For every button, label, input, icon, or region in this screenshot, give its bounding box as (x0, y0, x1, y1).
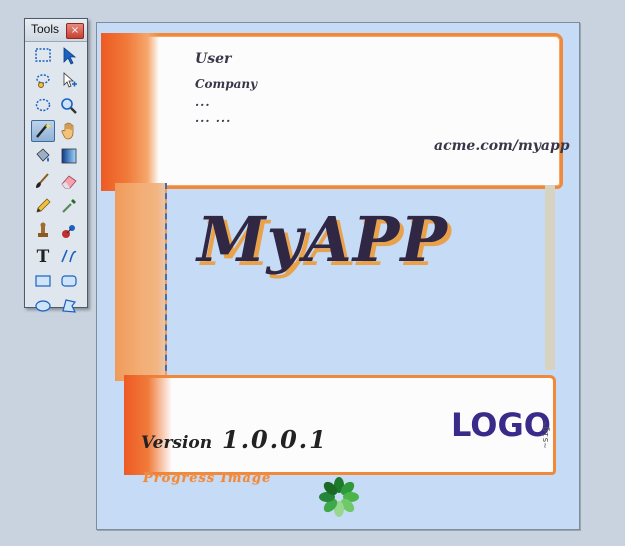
user-text: User (195, 51, 232, 67)
clone-stamp-tool-button[interactable] (31, 220, 55, 242)
company-text: Company (195, 77, 258, 91)
right-edge-stripe (545, 185, 555, 370)
line-curve-icon (61, 249, 77, 263)
close-button[interactable]: × (66, 23, 84, 39)
app-title-text: MyAPP (197, 203, 449, 276)
pan-hand-icon (61, 122, 74, 140)
eraser-icon (61, 175, 77, 189)
svg-text:T: T (37, 247, 50, 266)
ellipse-tool-button[interactable] (31, 295, 55, 317)
paint-bucket-icon (36, 148, 50, 162)
color-picker-icon (62, 199, 76, 213)
version-label: Version (141, 433, 213, 453)
line-curve-tool-button[interactable] (57, 245, 81, 267)
zoom-icon (61, 98, 77, 114)
gradient-tool-button[interactable] (57, 145, 81, 167)
pointer-icon (63, 47, 77, 65)
rect-select-tool-button[interactable] (31, 45, 55, 67)
placeholder-dots-1: ... (195, 95, 211, 109)
clone-stamp-icon (38, 222, 48, 237)
logo-text: LOGO (451, 406, 551, 444)
zoom-tool-button[interactable] (57, 95, 81, 117)
artist-signature: ~sig~ (541, 421, 551, 449)
rounded-rectangle-tool-button[interactable] (57, 270, 81, 292)
pointer-tool-button[interactable] (57, 45, 81, 67)
ellipse-select-icon (35, 98, 51, 112)
placeholder-dots-2: ... ... (195, 111, 232, 125)
progress-spinner-icon (319, 477, 359, 517)
image-canvas[interactable]: User Company ... ... ... acme.com/myapp … (96, 22, 580, 530)
eraser-tool-button[interactable] (57, 170, 81, 192)
lasso-select-tool-button[interactable] (31, 70, 55, 92)
tool-grid: T (31, 45, 81, 317)
recolor-tool-button[interactable] (57, 220, 81, 242)
pencil-tool-button[interactable] (31, 195, 55, 217)
rectangle-tool-button[interactable] (31, 270, 55, 292)
rect-select-icon (35, 48, 51, 62)
rounded-rectangle-icon (61, 275, 77, 287)
text-tool-button[interactable]: T (31, 245, 55, 267)
website-url-text: acme.com/myapp (434, 138, 570, 154)
marker-stroke-top (101, 33, 159, 191)
paint-bucket-tool-button[interactable] (31, 145, 55, 167)
ellipse-icon (35, 300, 51, 312)
pencil-icon (36, 198, 51, 213)
magic-wand-icon (36, 123, 51, 138)
tools-title-bar[interactable]: Tools × (25, 19, 87, 42)
color-picker-tool-button[interactable] (57, 195, 81, 217)
tools-window[interactable]: Tools × T (24, 18, 88, 313)
ellipse-select-tool-button[interactable] (31, 95, 55, 117)
lasso-select-icon (36, 74, 50, 88)
tools-title: Tools (31, 22, 60, 36)
header-band (101, 33, 563, 189)
marker-stroke-middle (115, 183, 167, 381)
magic-wand-tool-button[interactable] (31, 120, 55, 142)
recolor-icon (62, 225, 75, 238)
rectangle-icon (35, 275, 51, 287)
freeform-shape-icon (62, 299, 77, 313)
freeform-shape-tool-button[interactable] (57, 295, 81, 317)
marker-stroke-bottom (124, 375, 172, 475)
paintbrush-tool-button[interactable] (31, 170, 55, 192)
pan-hand-tool-button[interactable] (57, 120, 81, 142)
move-selection-icon (63, 72, 77, 88)
version-number: 1.0.0.1 (222, 425, 328, 454)
move-selection-tool-button[interactable] (57, 70, 81, 92)
gradient-icon (61, 148, 77, 164)
paintbrush-icon (36, 173, 49, 188)
progress-image-label: Progress Image (143, 471, 272, 486)
text-icon: T (37, 247, 50, 266)
